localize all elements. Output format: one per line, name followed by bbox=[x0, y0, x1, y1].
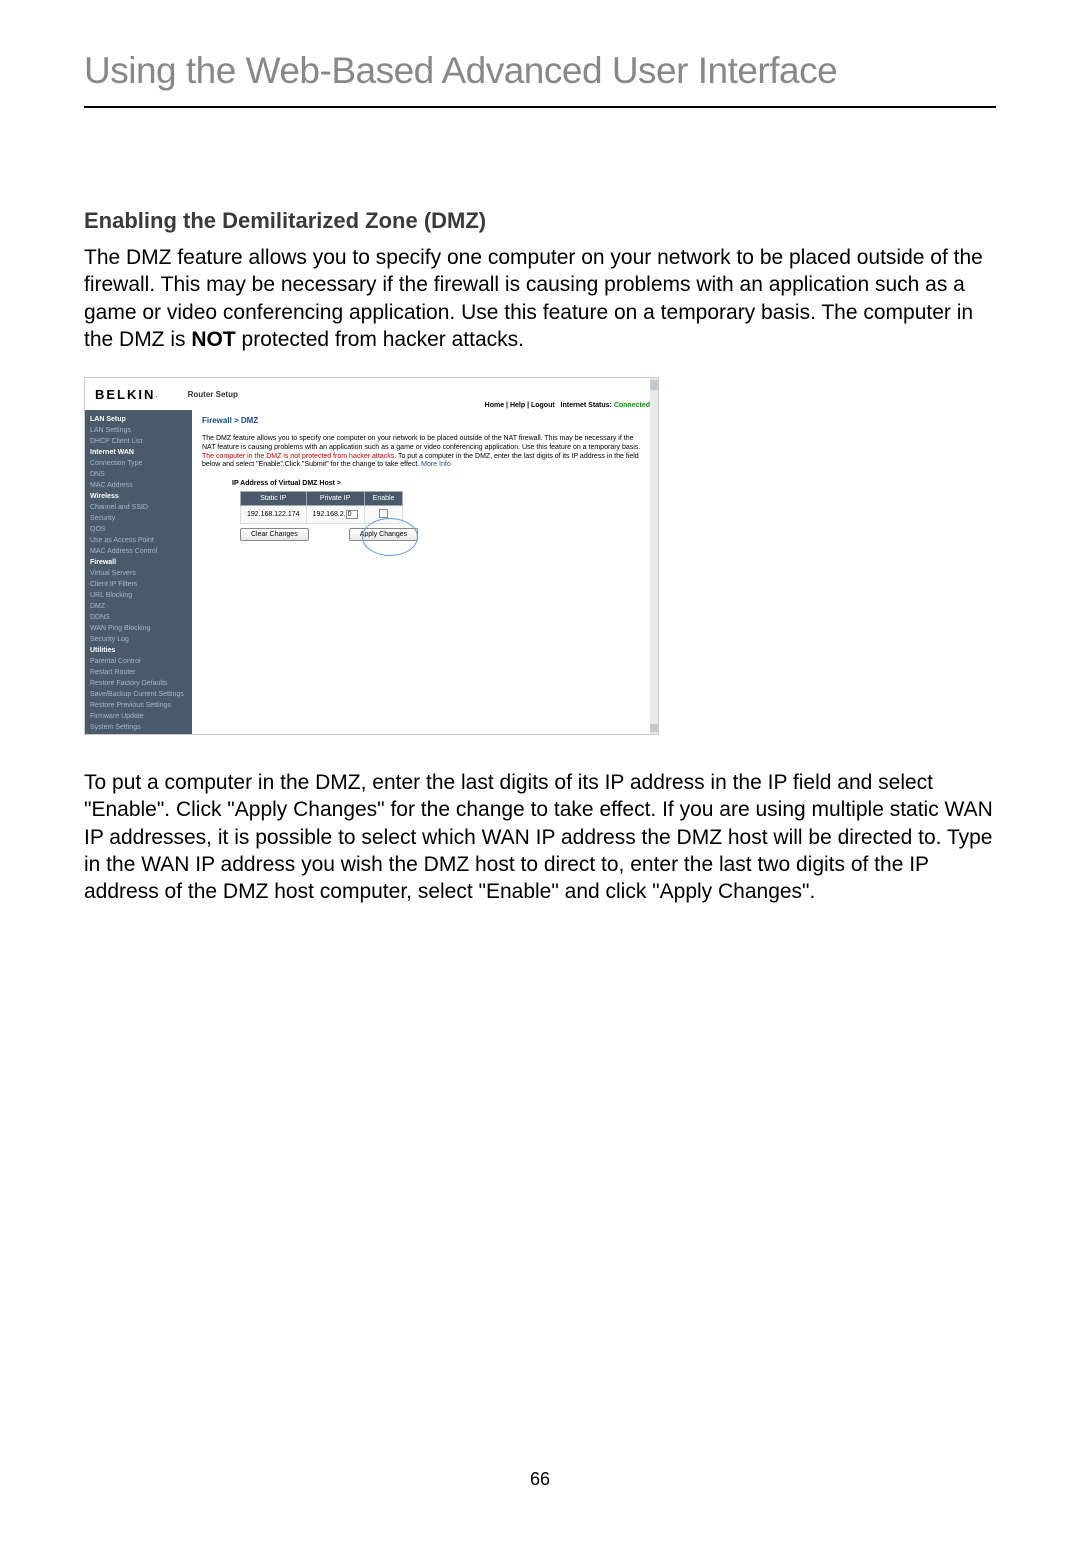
sidebar-section-firewall[interactable]: Firewall bbox=[90, 557, 192, 568]
sidebar-item[interactable]: System Settings bbox=[90, 722, 192, 733]
brand-logo: BELKIN bbox=[95, 387, 155, 402]
sidebar-item-dmz[interactable]: DMZ bbox=[90, 601, 192, 612]
more-info-link[interactable]: More Info bbox=[421, 461, 451, 468]
button-row: Clear Changes Apply Changes bbox=[240, 528, 648, 541]
sidebar-item[interactable]: URL Blocking bbox=[90, 590, 192, 601]
scrollbar-arrow[interactable] bbox=[650, 724, 658, 732]
table-row: 192.168.122.174 192.168.2. bbox=[241, 506, 403, 524]
scrollbar-thumb[interactable] bbox=[650, 380, 658, 390]
private-ip-cell: 192.168.2. bbox=[306, 506, 364, 524]
router-setup-label: Router Setup bbox=[188, 390, 238, 399]
col-private-ip: Private IP bbox=[306, 492, 364, 506]
sidebar-item[interactable]: Security bbox=[90, 513, 192, 524]
sidebar-item[interactable]: LAN Settings bbox=[90, 425, 192, 436]
sidebar-item[interactable]: DNS bbox=[90, 469, 192, 480]
static-ip-value: 192.168.122.174 bbox=[241, 506, 307, 524]
scrollbar[interactable] bbox=[650, 378, 658, 734]
sidebar-item[interactable]: Security Log bbox=[90, 634, 192, 645]
router-admin-screenshot: BELKIN. Router Setup Home | Help | Logou… bbox=[84, 377, 659, 735]
intro-bold: NOT bbox=[191, 328, 235, 351]
sidebar-item[interactable]: WAN Ping Blocking bbox=[90, 623, 192, 634]
enable-cell bbox=[364, 506, 403, 524]
apply-changes-button[interactable]: Apply Changes bbox=[349, 528, 418, 541]
sidebar-item[interactable]: Restore Previous Settings bbox=[90, 700, 192, 711]
sidebar-section-utilities[interactable]: Utilities bbox=[90, 645, 192, 656]
sidebar-item[interactable]: Save/Backup Current Settings bbox=[90, 689, 192, 700]
intro-paragraph: The DMZ feature allows you to specify on… bbox=[84, 244, 996, 353]
nav-links[interactable]: Home | Help | Logout bbox=[485, 402, 555, 409]
page-title: Using the Web-Based Advanced User Interf… bbox=[84, 50, 996, 108]
sidebar-item[interactable]: Firmware Update bbox=[90, 711, 192, 722]
sidebar-item[interactable]: Client IP Filters bbox=[90, 579, 192, 590]
status-label: Internet Status: bbox=[561, 402, 612, 409]
clear-changes-button[interactable]: Clear Changes bbox=[240, 528, 309, 541]
sidebar-item[interactable]: Use as Access Point bbox=[90, 535, 192, 546]
sidebar-item[interactable]: MAC Address Control bbox=[90, 546, 192, 557]
private-ip-prefix: 192.168.2. bbox=[313, 511, 346, 518]
sidebar-item[interactable]: DHCP Client List bbox=[90, 436, 192, 447]
section-heading: Enabling the Demilitarized Zone (DMZ) bbox=[84, 208, 996, 234]
header-links: Home | Help | Logout Internet Status: Co… bbox=[485, 402, 650, 409]
sidebar-item[interactable]: Parental Control bbox=[90, 656, 192, 667]
outro-paragraph: To put a computer in the DMZ, enter the … bbox=[84, 769, 996, 905]
brand-suffix: . bbox=[155, 390, 157, 399]
sidebar-item[interactable]: Channel and SSID bbox=[90, 502, 192, 513]
sidebar-section-lan[interactable]: LAN Setup bbox=[90, 414, 192, 425]
col-static-ip: Static IP bbox=[241, 492, 307, 506]
enable-checkbox[interactable] bbox=[379, 509, 388, 518]
page-number: 66 bbox=[0, 1469, 1080, 1490]
sidebar: LAN Setup LAN Settings DHCP Client List … bbox=[85, 410, 192, 734]
sidebar-item[interactable]: MAC Address bbox=[90, 480, 192, 491]
sidebar-item[interactable]: Connection Type bbox=[90, 458, 192, 469]
sidebar-item[interactable]: Restore Factory Defaults bbox=[90, 678, 192, 689]
table-title: IP Address of Virtual DMZ Host > bbox=[232, 480, 648, 487]
sidebar-item[interactable]: Restart Router bbox=[90, 667, 192, 678]
dmz-description: The DMZ feature allows you to specify on… bbox=[202, 435, 648, 470]
main-panel: Firewall > DMZ The DMZ feature allows yo… bbox=[192, 410, 658, 734]
sidebar-item[interactable]: Virtual Servers bbox=[90, 568, 192, 579]
intro-text-2: protected from hacker attacks. bbox=[236, 328, 524, 351]
desc-warning: The computer in the DMZ is not protected… bbox=[202, 453, 396, 460]
sidebar-item[interactable]: DDNS bbox=[90, 612, 192, 623]
status-value: Connected bbox=[614, 402, 650, 409]
private-ip-input[interactable] bbox=[346, 510, 358, 519]
breadcrumb: Firewall > DMZ bbox=[202, 416, 648, 425]
sidebar-item[interactable]: QOS bbox=[90, 524, 192, 535]
sidebar-section-wan[interactable]: Internet WAN bbox=[90, 447, 192, 458]
desc-part1: The DMZ feature allows you to specify on… bbox=[202, 435, 640, 451]
col-enable: Enable bbox=[364, 492, 403, 506]
sidebar-section-wireless[interactable]: Wireless bbox=[90, 491, 192, 502]
dmz-table: Static IP Private IP Enable 192.168.122.… bbox=[240, 491, 403, 524]
